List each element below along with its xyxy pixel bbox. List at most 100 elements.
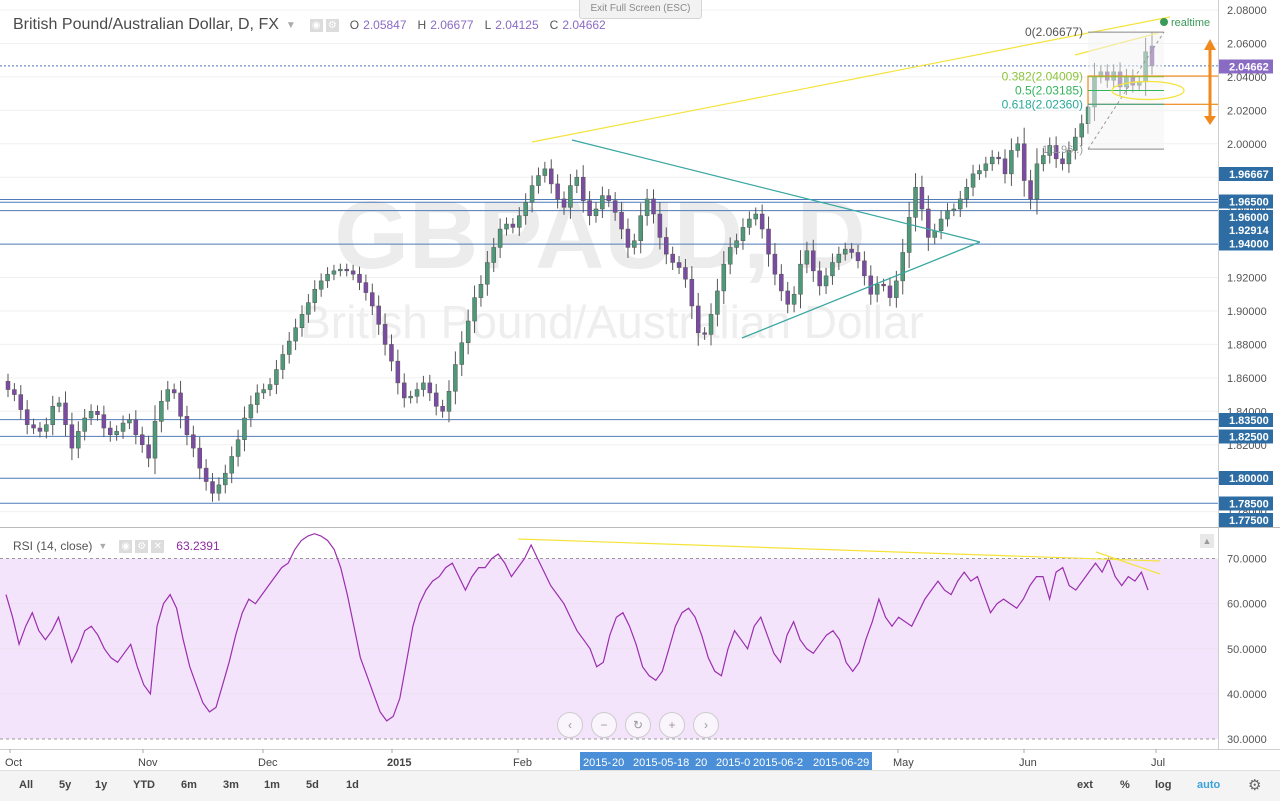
rsi-tick-label: 70.0000 [1227,554,1267,566]
price-chart[interactable]: GBPAUD, D British Pound/Australian Dollar… [0,0,1280,800]
price-tick-label: 2.06000 [1227,38,1267,50]
candle [1009,150,1014,175]
zoom-in-icon[interactable]: + [659,712,685,738]
chevron-down-icon[interactable]: ▼ [286,20,296,31]
candle [862,260,867,277]
range-3m[interactable]: 3m [223,779,239,791]
candle [523,202,528,216]
rsi-title[interactable]: RSI (14, close) [13,539,92,553]
candle [325,273,330,282]
reset-icon[interactable]: ↻ [625,712,651,738]
candle [165,389,171,402]
candle [747,218,752,228]
candle [625,228,631,248]
log-toggle[interactable]: log [1155,779,1172,791]
candle [229,456,234,474]
eye-icon[interactable]: ◉ [309,18,323,32]
scroll-left-icon[interactable]: ‹ [557,712,583,738]
candle [478,283,484,298]
rsi-tick-label: 30.0000 [1227,734,1267,746]
price-tick-label: 2.02000 [1227,105,1267,117]
high-label: H [417,18,427,32]
candle [370,292,375,307]
candle [31,424,36,429]
bottom-toolbar: All 5y 1y YTD 6m 3m 1m 5d 1d ext % log a… [0,770,1280,801]
candle [753,213,759,220]
candle [574,176,580,186]
ext-toggle[interactable]: ext [1077,779,1093,791]
candle [702,332,707,335]
candle [299,314,305,328]
candle [306,302,311,315]
candle [1002,158,1008,175]
candle [255,392,260,405]
candle [414,389,420,397]
candle [395,360,401,384]
candle [95,411,100,415]
candle [389,344,394,362]
candle [830,262,835,277]
range-ytd[interactable]: YTD [133,779,155,791]
price-badge-label: 1.78500 [1229,499,1269,511]
eye-icon[interactable]: ◉ [119,539,133,553]
candle [817,270,822,287]
range-all[interactable]: All [19,779,33,791]
time-highlight-label: 20 [612,757,624,769]
rsi-tick-label: 40.0000 [1227,689,1267,701]
range-6m[interactable]: 6m [181,779,197,791]
candle [446,390,452,412]
percent-toggle[interactable]: % [1120,779,1130,791]
candle [542,168,548,176]
candle [510,223,516,228]
gear-icon[interactable]: ⚙ [325,18,339,32]
price-badge-label: 1.96500 [1229,197,1269,209]
candle [184,416,190,435]
candle [491,247,496,263]
symbol-title[interactable]: British Pound/Australian Dollar, D, FX [13,16,279,34]
candle [5,380,11,390]
price-tick-label: 2.04000 [1227,72,1267,84]
zoom-out-icon[interactable]: − [591,712,617,738]
range-5y[interactable]: 5y [59,779,71,791]
price-tick-label: 1.88000 [1227,339,1267,351]
candle [881,283,886,287]
auto-toggle[interactable]: auto [1197,779,1220,791]
candle [1021,143,1027,181]
candle [12,389,17,395]
close-value: 2.04662 [562,18,606,32]
candle [280,354,286,370]
candle [1034,163,1040,200]
candle [76,431,81,449]
gear-icon[interactable]: ⚙ [135,539,149,553]
range-1d[interactable]: 1d [346,779,359,791]
candle [242,417,247,440]
candle [606,195,612,201]
candle [798,263,803,295]
settings-gear-icon[interactable]: ⚙ [1248,776,1261,794]
scroll-right-icon[interactable]: › [693,712,719,738]
rsi-value: 63.2391 [176,539,220,553]
chevron-down-icon[interactable]: ▼ [98,541,107,551]
range-5d[interactable]: 5d [306,779,319,791]
range-1y[interactable]: 1y [95,779,107,791]
fib-label-l50: 0.5(2.03185) [1015,84,1083,98]
candle [536,175,541,186]
close-icon[interactable]: ✕ [151,539,165,553]
candle [727,247,733,265]
candle [485,262,490,285]
time-label: 2015 [387,757,411,769]
candle [37,427,43,432]
candle [791,294,797,305]
candle [529,185,535,203]
candle [894,280,899,298]
candle [561,198,567,208]
candle [210,481,215,494]
candle [267,384,273,390]
maximize-pane-icon[interactable]: ▲ [1200,534,1214,548]
candle [171,389,177,394]
candle [331,270,337,275]
range-1m[interactable]: 1m [264,779,280,791]
candle [274,369,279,385]
time-label: Feb [513,757,532,769]
candle [548,168,554,185]
